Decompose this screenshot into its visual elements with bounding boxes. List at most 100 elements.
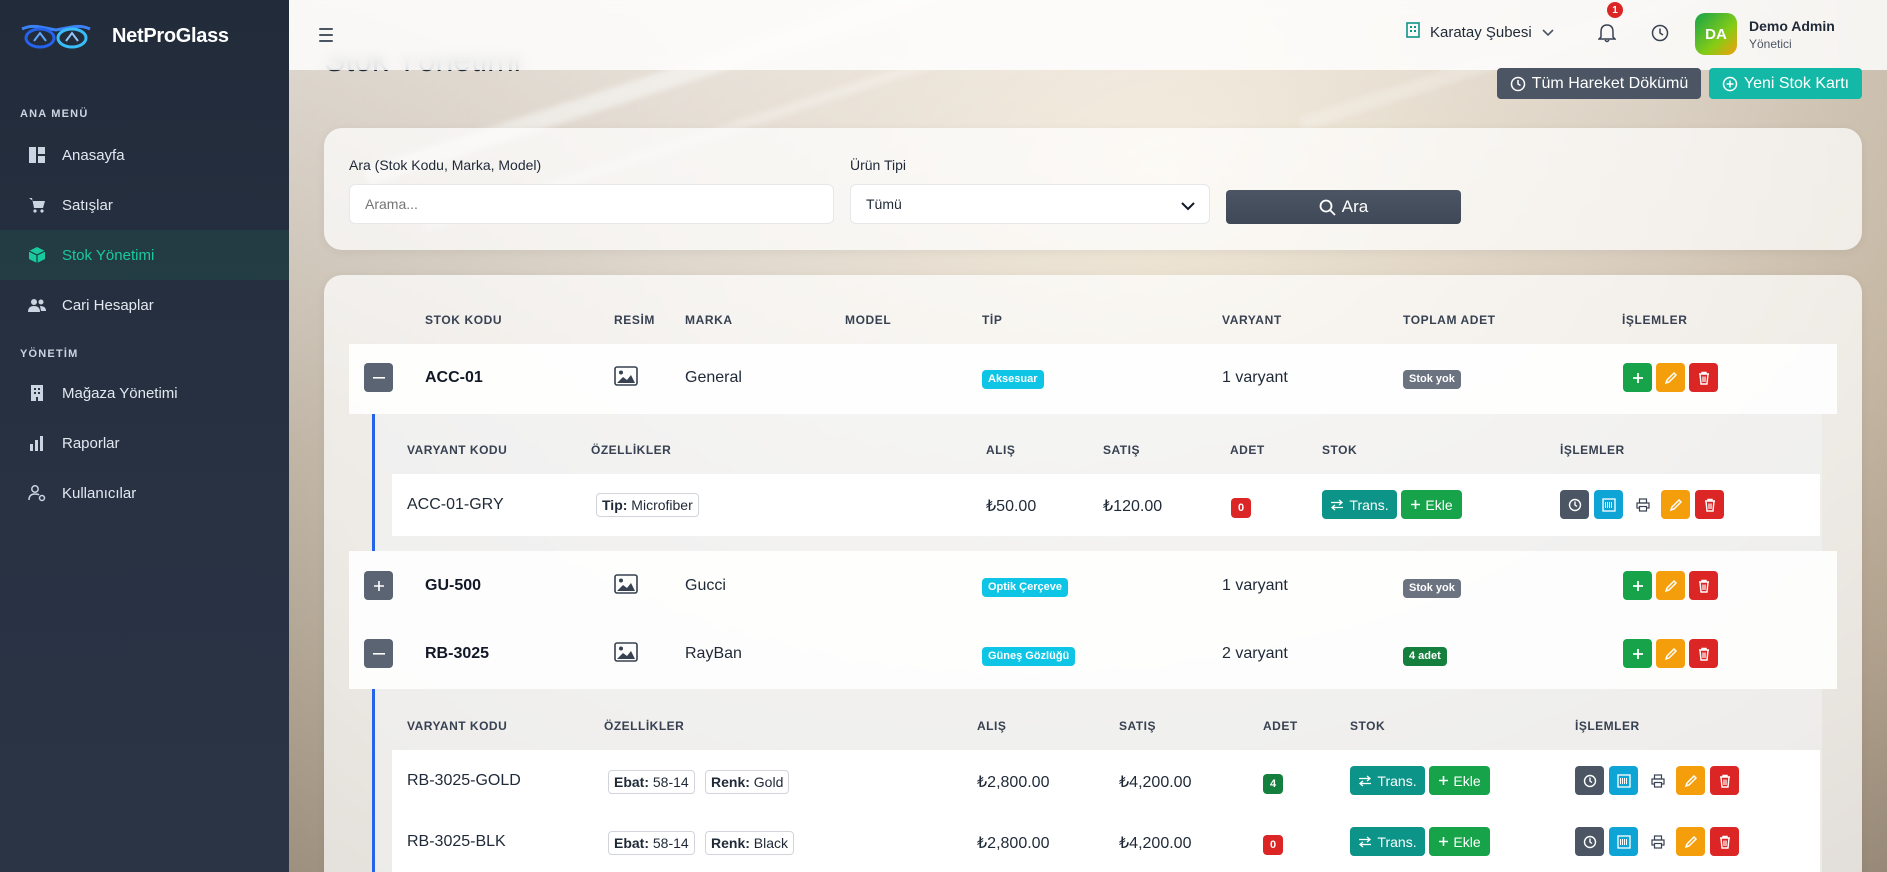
- bell-icon: [1598, 24, 1616, 43]
- variant-count: 2 varyant: [1222, 645, 1288, 662]
- brand-cell: Gucci: [685, 577, 726, 594]
- edit-variant-button[interactable]: [1661, 490, 1690, 519]
- edit-variant-button[interactable]: [1676, 827, 1705, 856]
- sidebar-item-raporlar[interactable]: Raporlar: [0, 418, 289, 468]
- box-icon: [28, 246, 46, 264]
- history-button[interactable]: [1560, 490, 1589, 519]
- plus-icon: [1439, 776, 1449, 785]
- trash-icon: [1698, 371, 1709, 385]
- brand-cell: General: [685, 369, 742, 386]
- attribute-chip: Ebat: 58-14: [608, 770, 695, 794]
- search-icon: [1319, 199, 1336, 216]
- search-button[interactable]: Ara: [1226, 190, 1461, 224]
- plus-icon: [1439, 837, 1449, 846]
- history-button[interactable]: [1649, 22, 1671, 44]
- print-button[interactable]: [1628, 490, 1657, 519]
- new-stock-card-button[interactable]: Yeni Stok Kartı: [1709, 68, 1862, 99]
- attribute-chip: Renk: Gold: [705, 770, 790, 794]
- search-label: Ara (Stok Kodu, Marka, Model): [349, 157, 542, 173]
- pencil-icon: [1664, 371, 1677, 384]
- th-attributes: ÖZELLİKLER: [604, 719, 685, 733]
- delete-variant-button[interactable]: [1695, 490, 1724, 519]
- transfer-button[interactable]: Trans.: [1322, 490, 1397, 519]
- sidebar-item-cari-hesaplar[interactable]: Cari Hesaplar: [0, 280, 289, 330]
- printer-icon: [1650, 834, 1665, 849]
- add-variant-button[interactable]: [1623, 363, 1652, 392]
- branch-name: Karatay Şubesi: [1430, 23, 1532, 41]
- dashboard-icon: [28, 146, 46, 164]
- sidebar-item-kullanicilar[interactable]: Kullanıcılar: [0, 468, 289, 518]
- add-variant-button[interactable]: [1623, 639, 1652, 668]
- delete-button[interactable]: [1689, 571, 1718, 600]
- delete-button[interactable]: [1689, 363, 1718, 392]
- sidebar-item-anasayfa[interactable]: Anasayfa: [0, 130, 289, 180]
- transfer-button[interactable]: Trans.: [1350, 766, 1425, 795]
- collapse-button[interactable]: [364, 639, 393, 668]
- edit-button[interactable]: [1656, 571, 1685, 600]
- print-button[interactable]: [1643, 827, 1672, 856]
- sidebar-item-label: Kullanıcılar: [62, 484, 137, 502]
- barcode-button[interactable]: [1594, 490, 1623, 519]
- branch-selector[interactable]: Karatay Şubesi: [1406, 22, 1554, 42]
- add-variant-button[interactable]: [1623, 571, 1652, 600]
- sidebar-item-label: Anasayfa: [62, 146, 125, 164]
- barcode-button[interactable]: [1609, 766, 1638, 795]
- plus-icon: [373, 580, 384, 591]
- attribute-chip: Tip: Microfiber: [596, 493, 699, 517]
- barcode-icon: [1616, 834, 1631, 849]
- delete-button[interactable]: [1689, 639, 1718, 668]
- sidebar-item-label: Stok Yönetimi: [62, 246, 155, 264]
- collapse-button[interactable]: [364, 363, 393, 392]
- th-variant-actions: İŞLEMLER: [1575, 719, 1640, 733]
- variant-code: RB-3025-BLK: [407, 833, 506, 850]
- sidebar-item-magaza-yonetimi[interactable]: Mağaza Yönetimi: [0, 368, 289, 418]
- edit-variant-button[interactable]: [1676, 766, 1705, 795]
- type-badge: Güneş Gözlüğü: [982, 647, 1076, 666]
- variant-code: RB-3025-GOLD: [407, 772, 521, 789]
- printer-icon: [1635, 497, 1650, 512]
- brand[interactable]: NetProGlass: [0, 0, 289, 72]
- chevron-down-icon: [1181, 198, 1195, 214]
- add-stock-button[interactable]: Ekle: [1429, 827, 1490, 856]
- clock-icon: [1568, 498, 1581, 511]
- transfer-arrows-icon: [1359, 775, 1372, 786]
- delete-variant-button[interactable]: [1710, 827, 1739, 856]
- barcode-icon: [1616, 773, 1631, 788]
- clock-icon: [1583, 835, 1596, 848]
- edit-button[interactable]: [1656, 639, 1685, 668]
- th-variant: VARYANT: [1222, 313, 1282, 327]
- sidebar-item-stok-yonetimi[interactable]: Stok Yönetimi: [0, 230, 289, 280]
- print-button[interactable]: [1643, 766, 1672, 795]
- th-qty: ADET: [1263, 719, 1298, 733]
- type-badge: Optik Çerçeve: [982, 578, 1068, 597]
- qty-badge: 0: [1263, 835, 1284, 855]
- user-name: Demo Admin: [1749, 17, 1835, 34]
- th-stock-code: STOK KODU: [425, 313, 503, 327]
- user-role: Yönetici: [1749, 36, 1792, 51]
- history-button[interactable]: [1575, 766, 1604, 795]
- add-stock-button[interactable]: Ekle: [1429, 766, 1490, 795]
- trash-icon: [1704, 498, 1715, 512]
- sidebar-item-satislar[interactable]: Satışlar: [0, 180, 289, 230]
- history-button[interactable]: [1575, 827, 1604, 856]
- transfer-button[interactable]: Trans.: [1350, 827, 1425, 856]
- menu-toggle-icon[interactable]: [319, 25, 339, 45]
- all-movements-button[interactable]: Tüm Hareket Dökümü: [1497, 68, 1701, 99]
- search-input[interactable]: [349, 184, 834, 224]
- th-stock: STOK: [1350, 719, 1386, 733]
- sidebar-item-label: Mağaza Yönetimi: [62, 384, 178, 402]
- expand-button[interactable]: [364, 571, 393, 600]
- building-icon: [1406, 22, 1420, 42]
- pencil-icon: [1664, 647, 1677, 660]
- th-sell: SATIŞ: [1103, 443, 1140, 457]
- trash-icon: [1719, 774, 1730, 788]
- type-select[interactable]: Tümü: [850, 184, 1210, 224]
- add-stock-button[interactable]: Ekle: [1401, 490, 1462, 519]
- delete-variant-button[interactable]: [1710, 766, 1739, 795]
- user-menu[interactable]: DA Demo Admin Yönetici: [1695, 13, 1835, 55]
- trash-icon: [1698, 579, 1709, 593]
- notifications-button[interactable]: 1: [1596, 2, 1623, 44]
- edit-button[interactable]: [1656, 363, 1685, 392]
- image-placeholder-icon: [614, 574, 638, 599]
- barcode-button[interactable]: [1609, 827, 1638, 856]
